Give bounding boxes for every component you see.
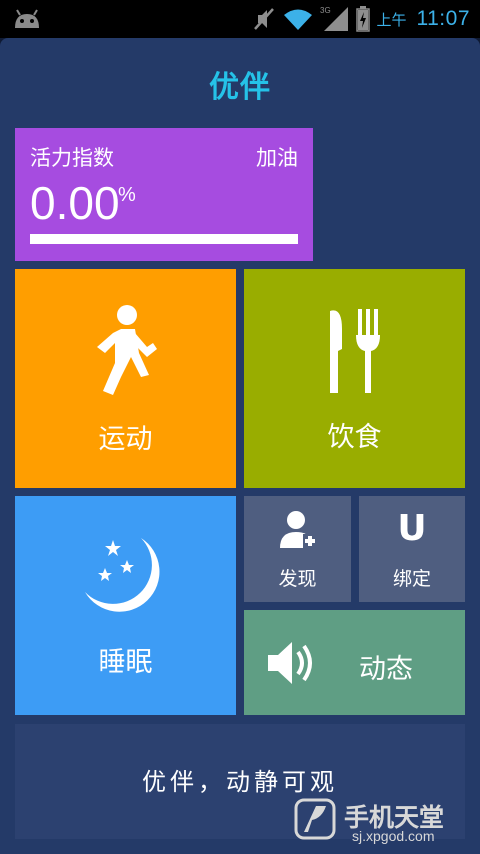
bind-label: 绑定: [392, 568, 431, 590]
vitality-progress-bar: [30, 234, 298, 244]
vitality-value: 0.00: [30, 177, 120, 229]
sleep-tile[interactable]: 睡眠: [15, 496, 236, 715]
running-person-icon: [97, 305, 157, 395]
discover-tile[interactable]: 发现: [244, 496, 351, 602]
watermark-url: sj.xpgod.com: [352, 828, 435, 844]
moon-stars-icon: [85, 538, 160, 612]
feed-label: 动态: [359, 654, 413, 685]
vitality-cheer: 加油: [256, 146, 298, 170]
discover-label: 发现: [278, 568, 317, 590]
u-icon: U: [397, 508, 427, 549]
battery-charging-icon: [356, 6, 371, 32]
vitality-tile[interactable]: 活力指数 加油 0.00 %: [15, 128, 313, 261]
wifi-icon: [284, 9, 313, 30]
mute-icon: [254, 8, 275, 30]
signal-icon: 3G: [320, 6, 349, 31]
diet-tile[interactable]: 饮食: [244, 269, 465, 488]
bind-tile[interactable]: U 绑定: [359, 496, 465, 602]
app-panel: 优伴 活力指数 加油 0.00 % 运动 饮食 睡眠 发现 U 绑定 动态 优伴…: [0, 38, 480, 854]
watermark-logo-icon: [294, 798, 336, 840]
sport-tile[interactable]: 运动: [15, 269, 236, 488]
android-icon: [15, 9, 39, 28]
watermark: 手机天堂 sj.xpgod.com: [294, 798, 474, 848]
vitality-unit: %: [118, 184, 136, 206]
speaker-icon: [268, 642, 312, 684]
slogan-text: 优伴，动静可观: [142, 768, 338, 796]
app-logo: 优伴: [209, 70, 271, 105]
status-time: 11:07: [416, 7, 470, 30]
sport-label: 运动: [98, 424, 153, 455]
status-bar: 3G 上午 11:07: [0, 0, 480, 38]
svg-text:3G: 3G: [320, 6, 331, 15]
diet-label: 饮食: [327, 422, 382, 453]
add-person-icon: [280, 511, 317, 548]
sleep-label: 睡眠: [98, 647, 153, 678]
vitality-label: 活力指数: [30, 146, 114, 170]
status-ampm: 上午: [376, 10, 407, 29]
knife-fork-icon: [330, 309, 380, 393]
feed-tile[interactable]: 动态: [244, 610, 465, 715]
